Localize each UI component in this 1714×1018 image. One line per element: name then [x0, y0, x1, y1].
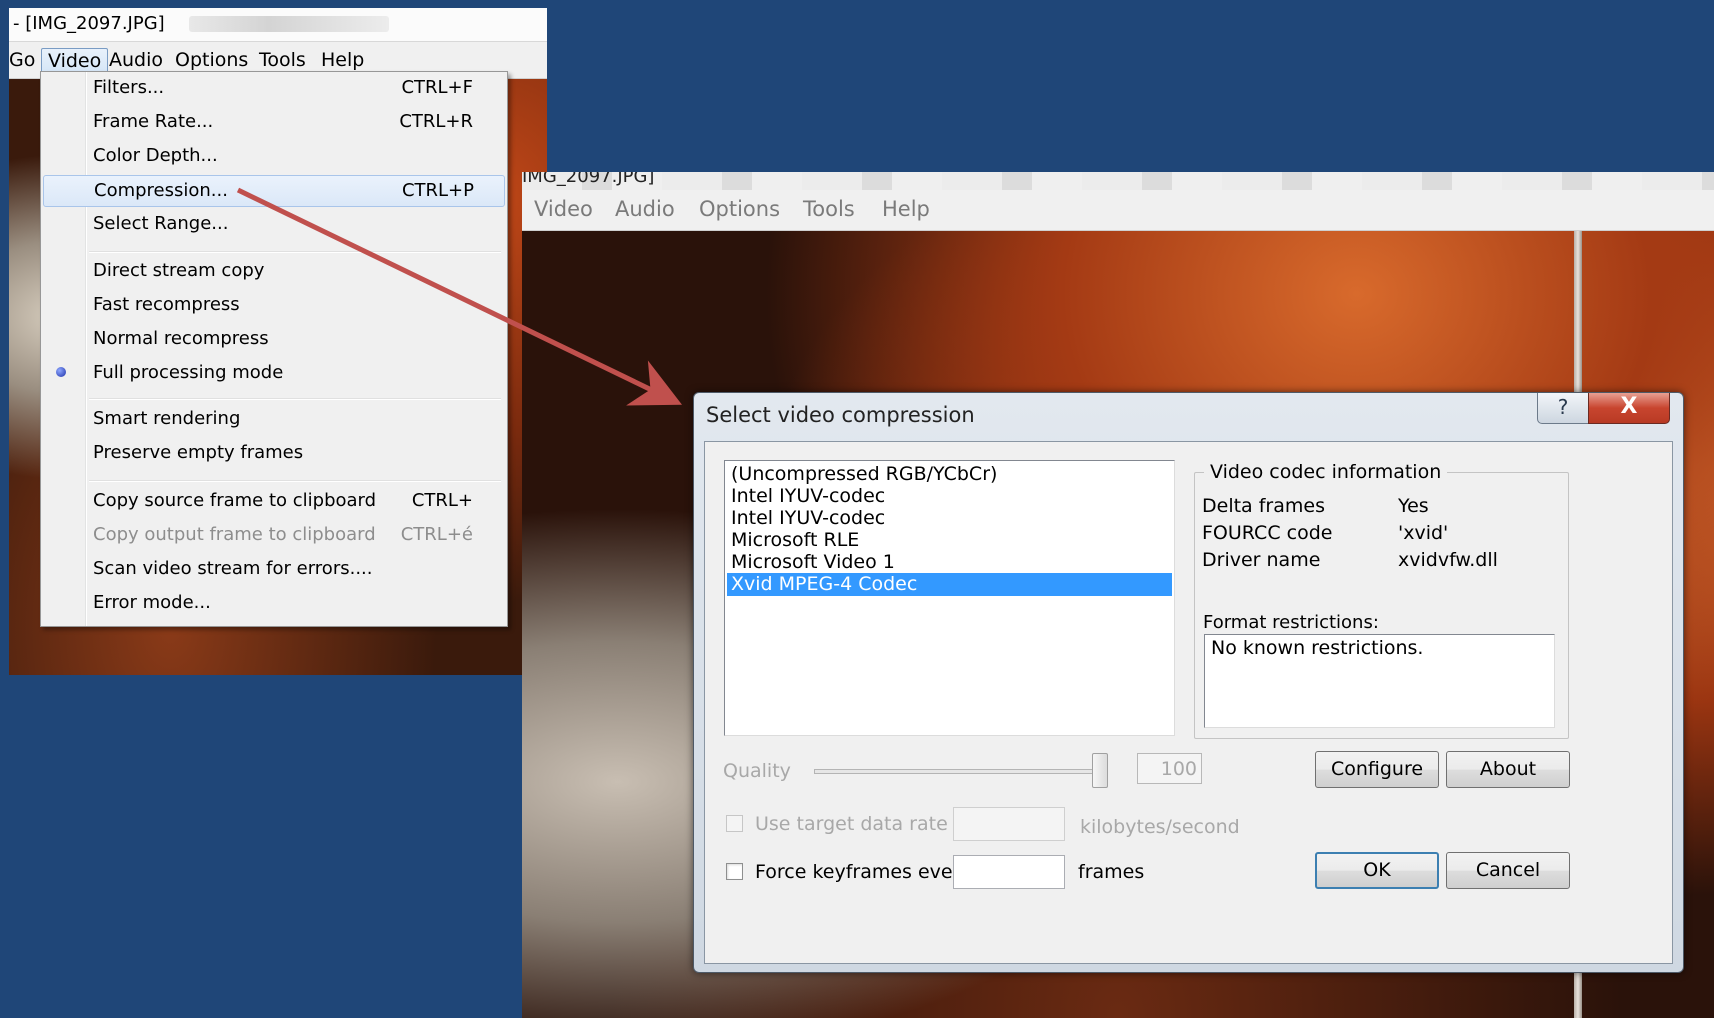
quality-slider-track[interactable]: [814, 769, 1106, 774]
menu-go[interactable]: Go: [9, 48, 41, 72]
close-button[interactable]: X: [1588, 393, 1670, 424]
right-titlebar: IMG_2097.JPG]: [522, 172, 1714, 190]
menu-item-shortcut: CTRL+é: [400, 524, 473, 545]
help-button[interactable]: ?: [1537, 393, 1589, 424]
about-button[interactable]: About: [1446, 751, 1570, 788]
cancel-button[interactable]: Cancel: [1446, 852, 1570, 889]
menu-item-copy-source-frame[interactable]: Copy source frame to clipboard CTRL+: [43, 486, 503, 516]
codec-info-legend: Video codec information: [1204, 461, 1448, 483]
menu-item-error-mode[interactable]: Error mode...: [43, 588, 503, 618]
target-rate-label: Use target data rate of: [755, 813, 973, 835]
format-restrictions-text: No known restrictions.: [1211, 637, 1424, 659]
menu-item-label: Select Range...: [93, 213, 229, 234]
target-rate-unit: kilobytes/second: [1080, 816, 1240, 838]
left-titlebar: - [IMG_2097.JPG]: [9, 8, 547, 42]
ok-button[interactable]: OK: [1315, 852, 1439, 889]
menu-item-filters[interactable]: Filters... CTRL+F: [43, 73, 503, 103]
target-rate-input: [953, 807, 1065, 841]
codec-list-item[interactable]: Intel IYUV-codec: [727, 507, 1172, 530]
fourcc-label: FOURCC code: [1202, 522, 1333, 544]
codec-list-item-selected[interactable]: Xvid MPEG-4 Codec: [727, 573, 1172, 596]
quality-label: Quality: [723, 760, 791, 782]
menu-item-label: Direct stream copy: [93, 260, 265, 281]
menu-item-normal-recompress[interactable]: Normal recompress: [43, 324, 503, 354]
menu-tools[interactable]: Tools: [253, 48, 312, 72]
menu-help[interactable]: Help: [882, 197, 930, 221]
menu-item-select-range[interactable]: Select Range...: [43, 209, 503, 239]
fourcc-value: 'xvid': [1398, 522, 1449, 544]
right-menubar: Video Audio Options Tools Help: [522, 190, 1714, 231]
dialog-client-area: (Uncompressed RGB/YCbCr) Intel IYUV-code…: [704, 441, 1673, 964]
menu-item-compression[interactable]: Compression... CTRL+P: [43, 175, 505, 207]
menu-item-smart-rendering[interactable]: Smart rendering: [43, 404, 503, 434]
menu-item-full-processing-mode[interactable]: Full processing mode: [43, 358, 503, 388]
menu-help[interactable]: Help: [315, 48, 370, 72]
menu-tools[interactable]: Tools: [803, 197, 855, 221]
codec-list-item[interactable]: Intel IYUV-codec: [727, 485, 1172, 508]
menu-item-label: Preserve empty frames: [93, 442, 304, 463]
select-video-compression-dialog: Select video compression ? X (Uncompress…: [693, 392, 1684, 973]
delta-frames-value: Yes: [1398, 495, 1429, 517]
keyframes-input[interactable]: [953, 855, 1065, 889]
menu-separator: [89, 398, 501, 400]
menu-item-label: Copy output frame to clipboard: [93, 524, 376, 545]
driver-name-value: xvidvfw.dll: [1398, 549, 1498, 571]
left-window-title: - [IMG_2097.JPG]: [13, 13, 165, 34]
quality-slider-thumb[interactable]: [1092, 753, 1108, 788]
quality-value-box: 100: [1137, 753, 1202, 784]
configure-button[interactable]: Configure: [1315, 751, 1439, 788]
menu-item-shortcut: CTRL+P: [401, 180, 474, 201]
menu-item-label: Compression...: [94, 180, 228, 201]
menu-item-frame-rate[interactable]: Frame Rate... CTRL+R: [43, 107, 503, 137]
codec-list-item[interactable]: (Uncompressed RGB/YCbCr): [727, 463, 1172, 486]
force-keyframes-label: Force keyframes every: [755, 861, 972, 883]
blurred-title-area: [522, 172, 1714, 190]
menu-options[interactable]: Options: [169, 48, 254, 72]
blurred-title-area: [189, 16, 389, 32]
menu-item-shortcut: CTRL+F: [401, 77, 473, 98]
menu-item-shortcut: CTRL+: [411, 490, 473, 511]
delta-frames-label: Delta frames: [1202, 495, 1325, 517]
menu-item-label: Copy source frame to clipboard: [93, 490, 377, 511]
video-dropdown-menu: Filters... CTRL+F Frame Rate... CTRL+R C…: [40, 71, 508, 627]
menu-item-color-depth[interactable]: Color Depth...: [43, 141, 503, 171]
menu-item-preserve-empty-frames[interactable]: Preserve empty frames: [43, 438, 503, 468]
menu-item-scan-video-stream[interactable]: Scan video stream for errors....: [43, 554, 503, 584]
menu-item-label: Color Depth...: [93, 145, 218, 166]
force-keyframes-checkbox[interactable]: [726, 863, 743, 880]
menu-item-copy-output-frame: Copy output frame to clipboard CTRL+é: [43, 520, 503, 550]
menu-video[interactable]: Video: [534, 197, 593, 221]
menu-item-fast-recompress[interactable]: Fast recompress: [43, 290, 503, 320]
codec-list[interactable]: (Uncompressed RGB/YCbCr) Intel IYUV-code…: [724, 460, 1175, 736]
menu-item-label: Error mode...: [93, 592, 211, 613]
menu-item-label: Smart rendering: [93, 408, 241, 429]
codec-list-item[interactable]: Microsoft RLE: [727, 529, 1172, 552]
menu-item-label: Scan video stream for errors....: [93, 558, 373, 579]
menu-separator: [89, 480, 501, 482]
radio-selected-icon: [56, 367, 66, 377]
menu-item-label: Full processing mode: [93, 362, 284, 383]
driver-name-label: Driver name: [1202, 549, 1321, 571]
format-restrictions-box: No known restrictions.: [1204, 634, 1555, 728]
menu-item-label: Frame Rate...: [93, 111, 214, 132]
target-rate-checkbox: [726, 815, 743, 832]
keyframes-unit: frames: [1078, 861, 1145, 883]
menu-item-direct-stream-copy[interactable]: Direct stream copy: [43, 256, 503, 286]
menu-separator: [89, 251, 501, 253]
right-window-title: IMG_2097.JPG]: [522, 172, 655, 187]
menu-item-shortcut: CTRL+R: [399, 111, 473, 132]
codec-list-item[interactable]: Microsoft Video 1: [727, 551, 1172, 574]
menu-item-label: Filters...: [93, 77, 165, 98]
menu-audio[interactable]: Audio: [615, 197, 675, 221]
menu-item-label: Normal recompress: [93, 328, 269, 349]
format-restrictions-label: Format restrictions:: [1203, 612, 1379, 633]
dialog-title: Select video compression: [706, 403, 975, 427]
menu-options[interactable]: Options: [699, 197, 780, 221]
menu-item-label: Fast recompress: [93, 294, 240, 315]
menu-audio[interactable]: Audio: [103, 48, 169, 72]
